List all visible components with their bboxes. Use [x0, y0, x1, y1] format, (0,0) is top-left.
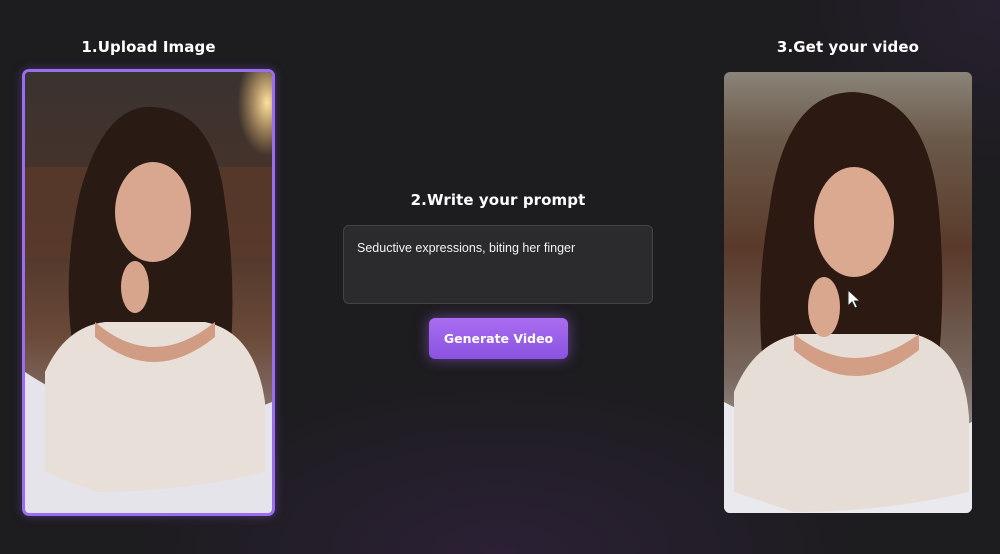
step-2-title: 2.Write your prompt [410, 191, 586, 209]
step-1-title: 1.Upload Image [81, 38, 216, 56]
mouse-pointer-icon [847, 289, 862, 309]
generate-video-button[interactable]: Generate Video [429, 318, 568, 359]
uploaded-image[interactable] [22, 69, 275, 516]
step-3-title: 3.Get your video [776, 38, 920, 56]
uploaded-photo [25, 72, 272, 513]
prompt-input[interactable]: Seductive expressions, biting her finger [343, 225, 653, 304]
